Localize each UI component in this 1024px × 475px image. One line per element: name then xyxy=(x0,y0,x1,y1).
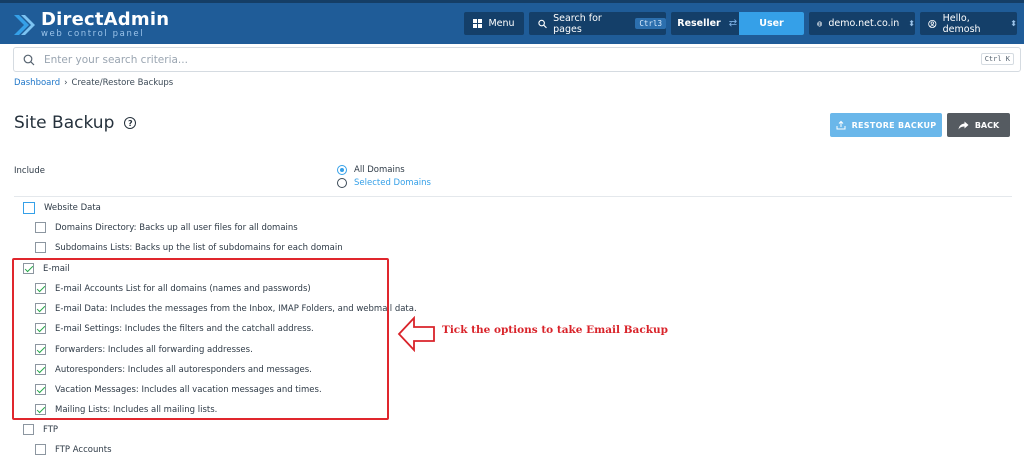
ftp-label: FTP xyxy=(43,424,59,435)
annotation-text: Tick the options to take Email Backup xyxy=(442,324,668,336)
user-circle-icon xyxy=(928,19,937,28)
top-navbar: DirectAdmin web control panel Menu Searc… xyxy=(0,0,1024,44)
radio-all-domains-label: All Domains xyxy=(354,165,405,175)
back-button[interactable]: BACK xyxy=(947,113,1010,137)
breadcrumb-dashboard-link[interactable]: Dashboard xyxy=(14,78,60,88)
upload-icon xyxy=(836,120,846,130)
page-search-shortcut: Ctrl3 xyxy=(635,18,666,29)
globe-icon xyxy=(817,20,823,27)
page-search-label: Search for pages xyxy=(553,12,602,35)
page-title-row: Site Backup ? xyxy=(14,113,137,133)
user-greeting: Hello, demosh xyxy=(942,12,981,35)
breadcrumb-separator: › xyxy=(64,78,68,88)
annotation-highlight-box xyxy=(12,258,389,420)
chevron-updown-icon: ⬍ xyxy=(908,19,915,28)
ftp-checkbox[interactable] xyxy=(23,424,34,435)
website-data-checkbox[interactable] xyxy=(23,202,35,214)
ftp-accounts-checkbox[interactable] xyxy=(35,444,46,455)
grid-icon xyxy=(473,19,483,28)
radio-all-domains[interactable]: All Domains xyxy=(337,165,405,175)
back-label: BACK xyxy=(974,120,1000,130)
page-search-button[interactable]: Search for pages Ctrl3 xyxy=(529,12,666,35)
breadcrumb: Dashboard › Create/Restore Backups xyxy=(14,78,173,88)
subdomains-lists-option[interactable]: Subdomains Lists: Backs up the list of s… xyxy=(35,242,343,253)
search-icon xyxy=(23,54,35,65)
website-data-label: Website Data xyxy=(44,203,101,213)
search-icon xyxy=(538,19,547,28)
website-data-option[interactable]: Website Data xyxy=(23,202,101,214)
breadcrumb-current: Create/Restore Backups xyxy=(71,78,174,88)
subdomains-lists-label: Subdomains Lists: Backs up the list of s… xyxy=(55,242,343,253)
brand-logo[interactable]: DirectAdmin web control panel xyxy=(11,10,169,40)
domains-directory-label: Domains Directory: Backs up all user fil… xyxy=(55,222,298,233)
restore-backup-label: RESTORE BACKUP xyxy=(851,120,937,130)
radio-button[interactable] xyxy=(337,165,347,175)
share-arrow-icon xyxy=(958,121,969,129)
ftp-option[interactable]: FTP xyxy=(23,424,58,435)
directadmin-logo-icon xyxy=(14,15,35,35)
divider xyxy=(14,196,1012,197)
global-search[interactable]: Enter your search criteria... Ctrl K xyxy=(13,47,1021,72)
domains-directory-option[interactable]: Domains Directory: Backs up all user fil… xyxy=(35,222,298,233)
subdomains-lists-checkbox[interactable] xyxy=(35,242,46,253)
brand-subtitle: web control panel xyxy=(41,29,145,40)
role-toggle[interactable]: Reseller ⇄ User xyxy=(671,12,804,35)
left-arrow-icon xyxy=(397,316,435,352)
domains-directory-checkbox[interactable] xyxy=(35,222,46,233)
domain-selector[interactable]: demo.net.co.in ⬍ xyxy=(809,12,915,35)
chevron-updown-icon: ⬍ xyxy=(1010,19,1017,28)
radio-selected-domains[interactable]: Selected Domains xyxy=(337,178,431,188)
user-menu[interactable]: Hello, demosh ⬍ xyxy=(920,12,1017,35)
restore-backup-button[interactable]: RESTORE BACKUP xyxy=(830,113,942,137)
role-reseller-option[interactable]: Reseller xyxy=(671,18,727,29)
ftp-accounts-label: FTP Accounts xyxy=(55,444,112,455)
brand-title: DirectAdmin xyxy=(41,9,170,31)
search-input[interactable]: Enter your search criteria... xyxy=(44,54,188,66)
radio-selected-domains-label: Selected Domains xyxy=(354,178,431,188)
help-icon[interactable]: ? xyxy=(124,117,137,129)
include-label: Include xyxy=(14,166,45,176)
domain-name: demo.net.co.in xyxy=(828,18,900,29)
menu-button[interactable]: Menu xyxy=(464,12,524,35)
search-shortcut: Ctrl K xyxy=(980,53,1014,65)
ftp-accounts-option[interactable]: FTP Accounts xyxy=(35,444,112,455)
page-title: Site Backup xyxy=(14,113,115,133)
menu-label: Menu xyxy=(488,18,515,29)
swap-arrows-icon: ⇄ xyxy=(728,18,738,29)
role-user-option[interactable]: User xyxy=(739,12,804,35)
radio-button[interactable] xyxy=(337,178,347,188)
